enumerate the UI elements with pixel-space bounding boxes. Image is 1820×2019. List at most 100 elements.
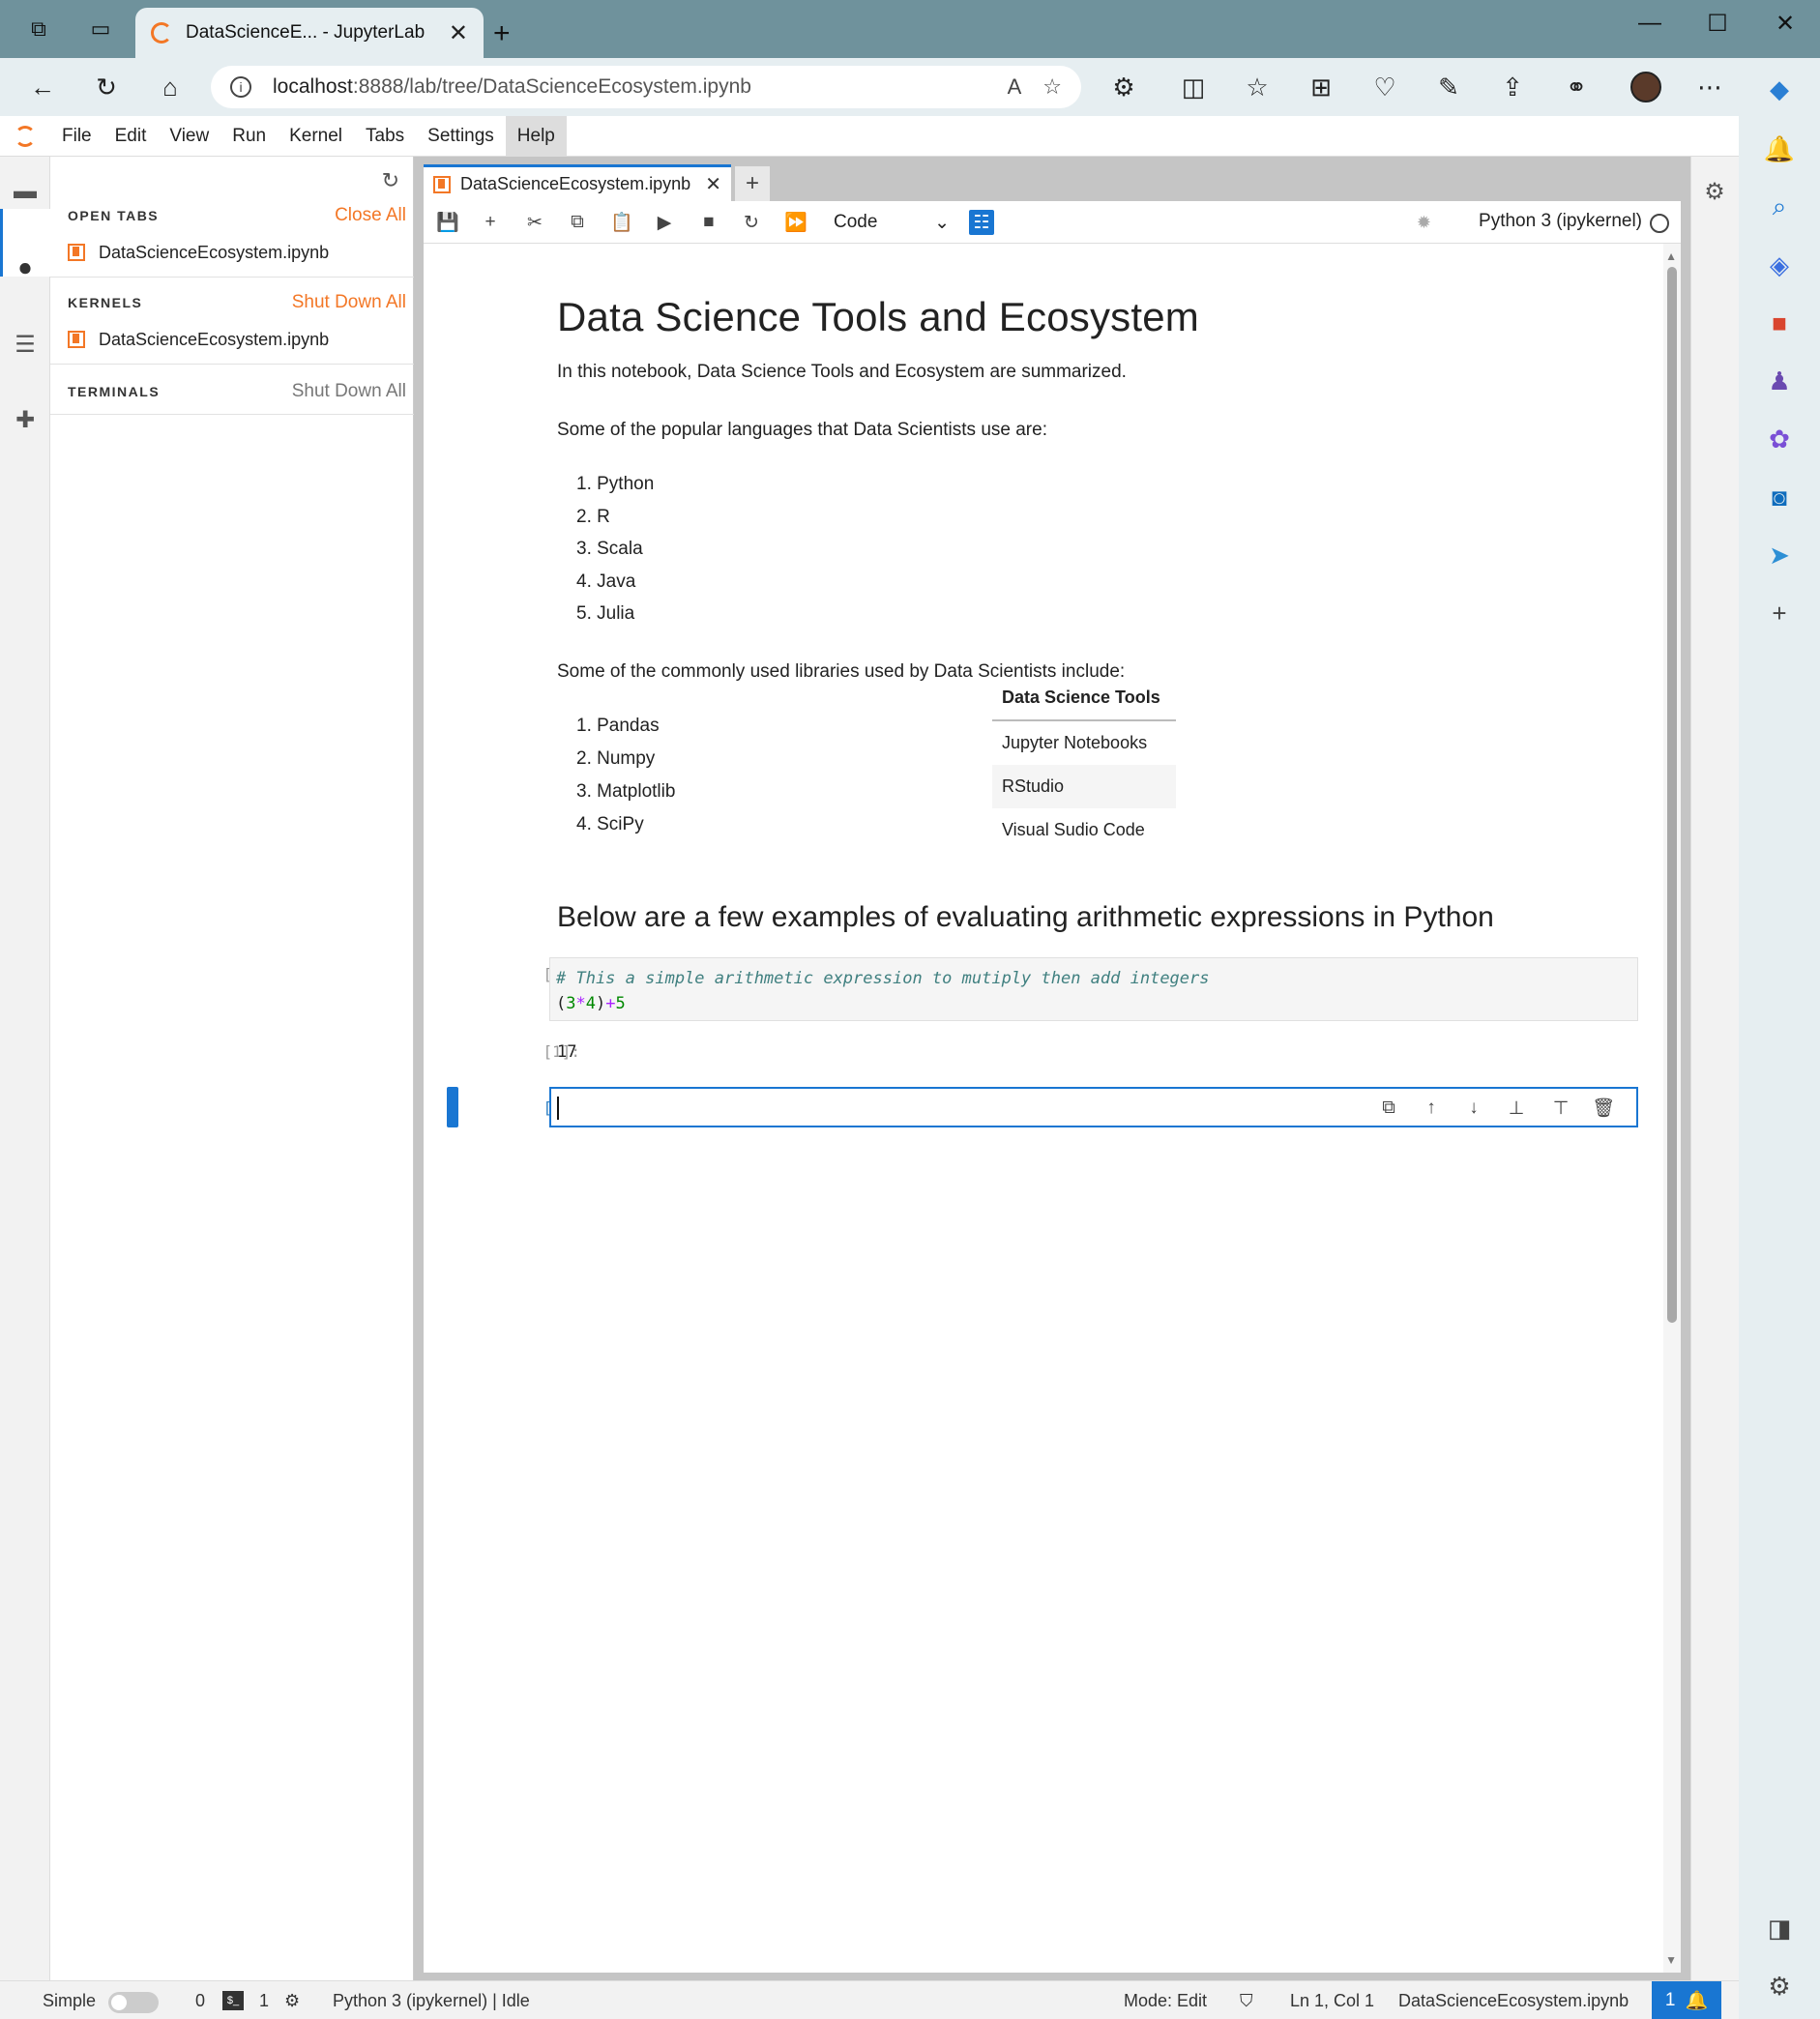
notifications-bell-icon[interactable]: 🔔 xyxy=(1760,130,1799,168)
favorites-icon[interactable]: ☆ xyxy=(1238,70,1277,104)
menu-file[interactable]: File xyxy=(50,116,103,157)
read-aloud-icon[interactable]: A xyxy=(1008,74,1022,100)
share-icon[interactable]: ⇪ xyxy=(1493,70,1532,104)
notebook-tab[interactable]: DataScienceEcosystem.ipynb ✕ xyxy=(424,164,731,201)
back-icon[interactable]: ← xyxy=(23,70,62,104)
copilot-icon[interactable]: ◆ xyxy=(1760,70,1799,108)
move-up-icon[interactable]: ↑ xyxy=(1420,1097,1443,1120)
file-browser-icon[interactable]: ▬ xyxy=(12,178,39,205)
languages-intro: Some of the popular languages that Data … xyxy=(557,420,1047,440)
kernel-name-button[interactable]: Python 3 (ipykernel) xyxy=(1479,211,1642,232)
menu-tabs[interactable]: Tabs xyxy=(354,116,416,157)
cell-type-select[interactable]: Code ⌄ xyxy=(834,207,950,238)
microsoft365-icon[interactable]: ✿ xyxy=(1760,420,1799,458)
cursor-position[interactable]: Ln 1, Col 1 xyxy=(1290,1991,1374,2011)
table-row: RStudio xyxy=(992,765,1176,808)
terminal-icon: $_ xyxy=(222,1991,244,2010)
stop-icon[interactable]: ■ xyxy=(696,210,721,235)
refresh-icon[interactable]: ↻ xyxy=(382,168,399,193)
favorite-star-icon[interactable]: ☆ xyxy=(1042,74,1062,100)
shut-down-all-terminals-button[interactable]: Shut Down All xyxy=(292,381,406,402)
hide-sidebar-icon[interactable]: ◨ xyxy=(1760,1909,1799,1947)
table-of-contents-icon[interactable]: ☰ xyxy=(12,331,39,358)
search-icon[interactable]: ⌕ xyxy=(1760,188,1799,226)
insert-cell-icon[interactable]: + xyxy=(478,210,503,235)
jupyter-logo-icon xyxy=(0,116,50,157)
new-tab-icon[interactable]: + xyxy=(493,17,511,50)
delete-cell-icon[interactable]: 🗑 xyxy=(1592,1097,1615,1120)
address-bar[interactable]: i localhost:8888/lab/tree/DataScienceEco… xyxy=(211,66,1081,108)
new-launcher-button[interactable]: + xyxy=(735,166,770,201)
active-code-cell[interactable]: ⧉ ↑ ↓ ⊥ ⊤ 🗑 xyxy=(549,1087,1638,1127)
open-tab-item[interactable]: DataScienceEcosystem.ipynb xyxy=(68,236,406,269)
drop-send-icon[interactable]: ➤ xyxy=(1760,536,1799,574)
duplicate-cell-icon[interactable]: ⧉ xyxy=(1377,1097,1400,1120)
copilot-compose-icon[interactable]: ✎ xyxy=(1429,70,1468,104)
sidebar-settings-icon[interactable]: ⚙ xyxy=(1760,1967,1799,2005)
browser-tab[interactable]: DataScienceE... - JupyterLab ✕ xyxy=(135,8,484,58)
tab-actions-icon[interactable]: ▭ xyxy=(85,14,116,44)
mode-indicator: Mode: Edit xyxy=(1124,1991,1208,2010)
workspaces-icon[interactable]: ⧉ xyxy=(23,14,54,44)
move-down-icon[interactable]: ↓ xyxy=(1462,1097,1485,1120)
run-all-icon[interactable]: ⏩ xyxy=(783,210,808,235)
profile-avatar[interactable] xyxy=(1630,72,1661,102)
kernel-status-text[interactable]: Python 3 (ipykernel) | Idle xyxy=(333,1991,530,2011)
shopping-tag-icon[interactable]: ◈ xyxy=(1760,246,1799,284)
reload-icon[interactable]: ↻ xyxy=(87,70,126,104)
insert-below-icon[interactable]: ⊤ xyxy=(1549,1097,1572,1120)
tools-briefcase-icon[interactable]: ■ xyxy=(1760,304,1799,342)
close-all-button[interactable]: Close All xyxy=(335,205,406,226)
close-tab-icon[interactable]: ✕ xyxy=(449,19,468,47)
scroll-up-icon[interactable]: ▲ xyxy=(1665,249,1677,263)
outlook-icon[interactable]: ◙ xyxy=(1760,478,1799,516)
running-sessions-icon[interactable]: ⏺ xyxy=(12,255,39,282)
chevron-down-icon: ⌄ xyxy=(934,212,950,233)
copy-icon[interactable]: ⧉ xyxy=(565,210,590,235)
add-sidebar-app-icon[interactable]: + xyxy=(1760,594,1799,632)
code-cell[interactable]: # This a simple arithmetic expression to… xyxy=(549,957,1638,1021)
more-options-icon[interactable]: ⋯ xyxy=(1690,70,1729,104)
property-inspector-icon[interactable]: ☷ xyxy=(969,210,994,235)
menu-edit[interactable]: Edit xyxy=(103,116,159,157)
menu-settings[interactable]: Settings xyxy=(416,116,506,157)
save-icon[interactable]: 💾 xyxy=(435,210,460,235)
apps-icon[interactable]: ⚭ xyxy=(1557,70,1596,104)
insert-above-icon[interactable]: ⊥ xyxy=(1505,1097,1528,1120)
divider xyxy=(50,414,414,415)
terminal-count[interactable]: 0 xyxy=(195,1991,205,2011)
games-icon[interactable]: ♟ xyxy=(1760,362,1799,400)
close-window-icon[interactable]: ✕ xyxy=(1766,10,1805,38)
list-item: 3. Matplotlib xyxy=(576,781,676,802)
kernel-count[interactable]: 1 xyxy=(259,1991,269,2011)
menu-run[interactable]: Run xyxy=(220,116,278,157)
scroll-down-icon[interactable]: ▼ xyxy=(1665,1953,1677,1967)
shut-down-all-kernels-button[interactable]: Shut Down All xyxy=(292,292,406,313)
extension-manager-icon[interactable]: ✚ xyxy=(12,406,39,433)
minimize-icon[interactable]: — xyxy=(1630,10,1669,37)
run-icon[interactable]: ▶ xyxy=(652,210,677,235)
simple-mode-toggle[interactable] xyxy=(108,1992,159,2013)
notifications-button[interactable]: 1 🔔 xyxy=(1652,1981,1721,2019)
extensions-icon[interactable]: ⚙ xyxy=(1104,70,1143,104)
paste-icon[interactable]: 📋 xyxy=(609,210,634,235)
close-notebook-tab-icon[interactable]: ✕ xyxy=(705,172,721,196)
site-info-icon[interactable]: i xyxy=(230,76,251,98)
browser-essentials-icon[interactable]: ♡ xyxy=(1365,70,1404,104)
maximize-icon[interactable]: ☐ xyxy=(1698,10,1737,38)
debugger-icon[interactable]: ✹ xyxy=(1417,213,1431,233)
menu-kernel[interactable]: Kernel xyxy=(278,116,354,157)
kernel-item-label: DataScienceEcosystem.ipynb xyxy=(99,329,330,349)
kernel-item[interactable]: DataScienceEcosystem.ipynb xyxy=(68,323,406,356)
menu-help[interactable]: Help xyxy=(505,115,567,157)
property-inspector-gears-icon[interactable]: ⚙ xyxy=(1701,178,1728,205)
code-expression: (3*4)+5 xyxy=(556,994,626,1013)
restart-kernel-icon[interactable]: ↻ xyxy=(739,210,764,235)
collections-icon[interactable]: ⊞ xyxy=(1302,70,1340,104)
url-text[interactable]: localhost:8888/lab/tree/DataScienceEcosy… xyxy=(273,75,986,99)
split-screen-icon[interactable]: ◫ xyxy=(1174,70,1213,104)
cut-icon[interactable]: ✂ xyxy=(522,210,547,235)
home-icon[interactable]: ⌂ xyxy=(151,70,190,104)
menu-view[interactable]: View xyxy=(158,116,220,157)
scrollbar-thumb[interactable] xyxy=(1667,267,1677,1323)
